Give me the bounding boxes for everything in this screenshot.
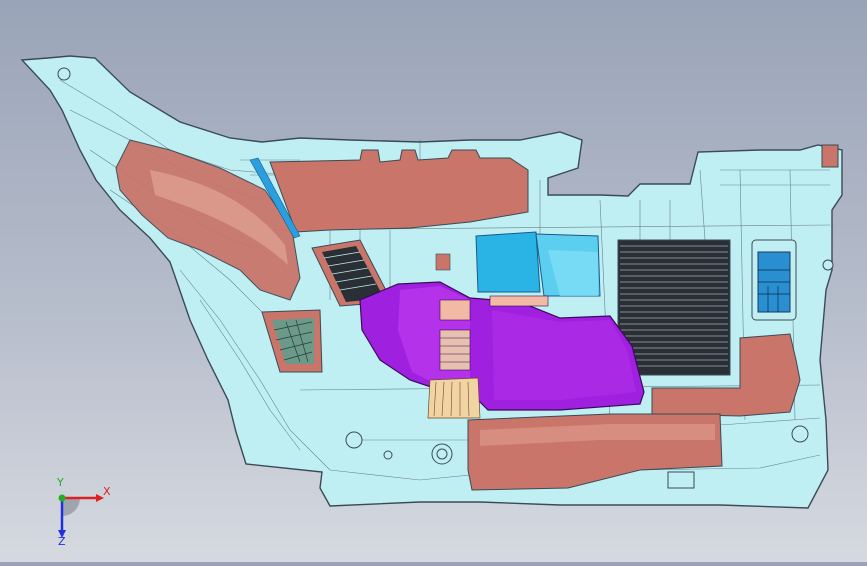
clip-hole	[57, 67, 71, 81]
clip-hole	[345, 431, 363, 449]
module-inner-ribs	[439, 329, 471, 371]
clip-hole	[791, 425, 809, 443]
cad-viewport[interactable]: X Y Z	[0, 0, 867, 562]
clip-hole	[436, 448, 448, 460]
triad-base-shadow	[62, 498, 80, 516]
y-axis-dot	[58, 494, 66, 502]
blue-air-duct[interactable]	[475, 231, 601, 297]
top-salmon-tab	[489, 295, 549, 307]
clip-hole	[822, 259, 834, 271]
top-right-tab	[821, 144, 839, 168]
axis-triad: X Y Z	[40, 476, 120, 550]
module-label-pad	[439, 299, 471, 321]
right-small-window[interactable]	[751, 239, 797, 321]
rect-latch	[667, 471, 695, 489]
y-axis-label: Y	[57, 476, 64, 489]
clip-hole	[383, 450, 393, 460]
grille-slats	[620, 245, 728, 367]
small-salmon-tab	[435, 253, 451, 271]
z-axis-label: Z	[58, 535, 66, 548]
x-axis-label: X	[103, 485, 111, 498]
